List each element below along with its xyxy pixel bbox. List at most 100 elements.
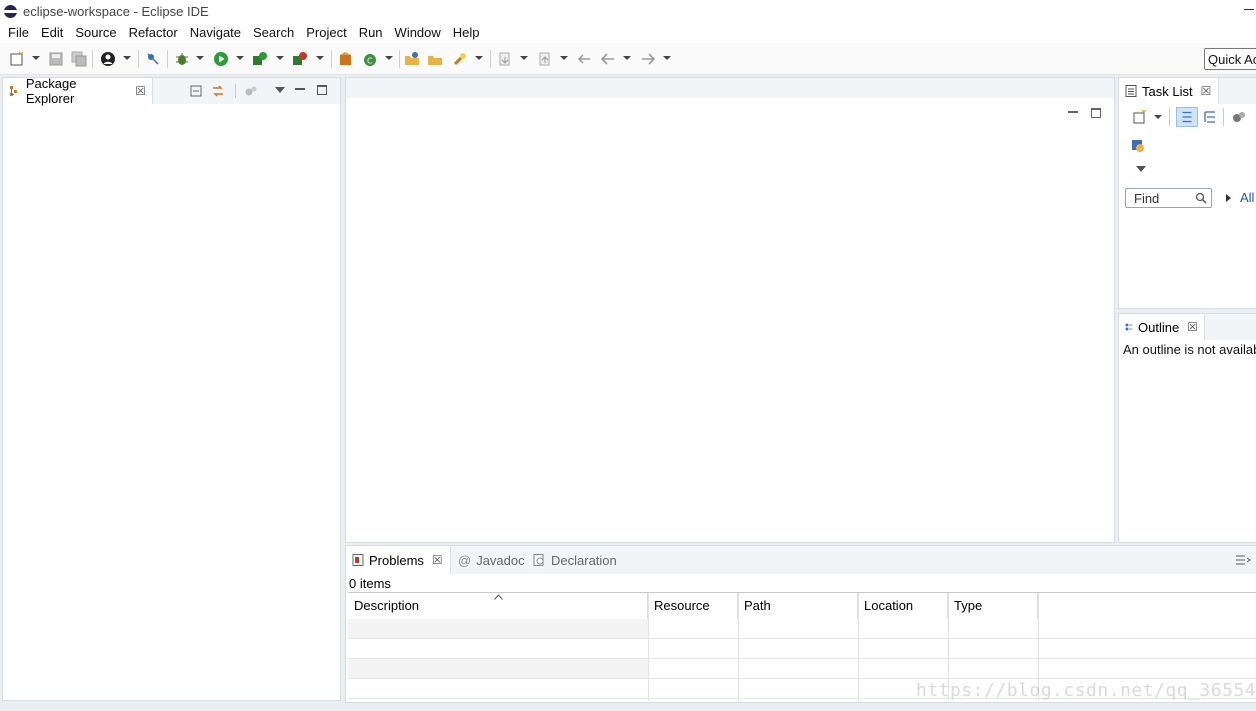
categorized-icon[interactable] [1176, 107, 1198, 127]
main-toolbar: C [0, 43, 1256, 75]
package-explorer-view: Package Explorer ☒ [2, 76, 341, 701]
debug-dropdown-icon[interactable] [196, 56, 204, 60]
forward-icon[interactable] [640, 51, 656, 67]
new-java-package-icon[interactable] [338, 51, 354, 67]
skip-breakpoints-icon[interactable] [145, 51, 161, 67]
link-with-editor-icon[interactable] [211, 85, 225, 97]
scheduled-icon[interactable] [1202, 109, 1218, 125]
search-icon[interactable] [1195, 192, 1207, 204]
close-task-list-icon[interactable]: ☒ [1201, 84, 1212, 98]
column-header-resource[interactable]: Resource [648, 593, 738, 619]
minimize-view-icon[interactable] [295, 88, 305, 90]
user-dropdown-icon[interactable] [123, 56, 131, 60]
view-menu-list-icon[interactable] [1235, 553, 1251, 567]
maximize-editor-icon[interactable] [1091, 108, 1101, 118]
focus-workweek-icon[interactable] [1231, 110, 1247, 124]
column-header-type[interactable]: Type [948, 593, 1038, 619]
tab-declaration[interactable]: Declaration [533, 546, 617, 574]
search-dropdown-icon[interactable] [475, 56, 483, 60]
previous-annotation-icon[interactable] [537, 51, 553, 67]
menu-project[interactable]: Project [302, 25, 350, 40]
toolbar-separator [331, 50, 332, 68]
close-problems-icon[interactable]: ☒ [432, 553, 443, 567]
open-task-icon[interactable] [427, 51, 443, 67]
menu-source[interactable]: Source [71, 25, 120, 40]
task-list-view: Task List ☒ Find All [1118, 77, 1256, 309]
task-view-menu-icon[interactable] [1136, 166, 1146, 172]
menu-navigate[interactable]: Navigate [186, 25, 245, 40]
previous-annotation-dropdown-icon[interactable] [560, 56, 568, 60]
task-list-icon [1125, 85, 1137, 97]
last-edit-location-icon[interactable] [576, 51, 592, 67]
tab-outline[interactable]: Outline ☒ [1119, 314, 1205, 340]
editor-area [345, 77, 1115, 543]
view-toolbar-separator [235, 84, 236, 98]
column-header-path[interactable]: Path [738, 593, 858, 619]
menu-file[interactable]: File [4, 25, 33, 40]
column-header-description[interactable]: Description [348, 593, 648, 619]
coverage-dropdown-icon[interactable] [276, 56, 284, 60]
task-find-placeholder: Find [1134, 191, 1160, 206]
menu-window[interactable]: Window [391, 25, 445, 40]
minimize-window-icon[interactable] [1244, 2, 1254, 14]
menu-run[interactable]: Run [355, 25, 387, 40]
toolbar-separator [138, 50, 139, 68]
column-divider [648, 593, 649, 701]
menu-refactor[interactable]: Refactor [125, 25, 182, 40]
view-menu-icon[interactable] [275, 87, 285, 93]
run-dropdown-icon[interactable] [236, 56, 244, 60]
back-dropdown-icon[interactable] [623, 56, 631, 60]
search-flashlight-icon[interactable] [452, 51, 468, 67]
debug-icon[interactable] [174, 51, 190, 67]
new-dropdown-icon[interactable] [32, 56, 40, 60]
workbench: Package Explorer ☒ Task List ☒ Find All … [0, 75, 1256, 711]
save-all-icon[interactable] [71, 51, 87, 67]
menu-help[interactable]: Help [449, 25, 484, 40]
new-class-dropdown-icon[interactable] [385, 56, 393, 60]
minimize-editor-icon[interactable] [1068, 111, 1078, 113]
task-find-input[interactable]: Find [1125, 188, 1212, 208]
next-annotation-icon[interactable] [497, 51, 513, 67]
close-package-explorer-icon[interactable]: ☒ [135, 84, 146, 98]
collapse-all-icon[interactable] [190, 85, 202, 97]
run-icon[interactable] [213, 51, 229, 67]
maximize-view-icon[interactable] [317, 85, 327, 95]
user-account-icon[interactable] [100, 51, 116, 67]
task-list-tab-row: Task List ☒ [1119, 78, 1256, 104]
activate-task-icon[interactable] [1130, 138, 1146, 154]
column-header-location[interactable]: Location [858, 593, 948, 619]
new-task-icon[interactable] [1133, 110, 1147, 124]
external-tools-icon[interactable] [292, 51, 308, 67]
open-type-icon[interactable] [404, 51, 420, 67]
package-explorer-icon [9, 86, 17, 96]
save-icon[interactable] [48, 51, 64, 67]
new-file-icon[interactable] [9, 51, 25, 67]
quick-access-input[interactable]: Quick Access [1204, 48, 1256, 70]
expand-all-arrow-icon[interactable] [1226, 194, 1231, 202]
external-tools-dropdown-icon[interactable] [316, 56, 324, 60]
outline-icon [1125, 323, 1133, 331]
coverage-icon[interactable] [252, 51, 268, 67]
next-annotation-dropdown-icon[interactable] [520, 56, 528, 60]
title-bar: eclipse-workspace - Eclipse IDE [0, 0, 1256, 22]
tab-package-explorer[interactable]: Package Explorer ☒ [3, 76, 153, 106]
task-all-link[interactable]: All [1240, 190, 1254, 205]
table-row [348, 659, 648, 678]
back-icon[interactable] [600, 51, 616, 67]
eclipse-logo-icon [4, 4, 17, 18]
menu-search[interactable]: Search [249, 25, 298, 40]
tab-problems[interactable]: Problems ☒ [346, 546, 451, 574]
menu-edit[interactable]: Edit [37, 25, 67, 40]
outline-empty-message: An outline is not available. [1123, 342, 1256, 357]
new-task-dropdown-icon[interactable] [1154, 115, 1162, 119]
task-list-label: Task List [1142, 83, 1193, 99]
focus-active-task-icon[interactable] [244, 85, 258, 97]
forward-dropdown-icon[interactable] [663, 56, 671, 60]
sort-ascending-icon [494, 594, 503, 600]
task-toolbar-separator [1169, 108, 1170, 126]
tab-task-list[interactable]: Task List ☒ [1119, 78, 1219, 104]
new-java-class-icon[interactable]: C [362, 51, 378, 67]
outline-label: Outline [1138, 319, 1180, 335]
close-outline-icon[interactable]: ☒ [1187, 320, 1198, 334]
tab-javadoc[interactable]: @ Javadoc [458, 546, 525, 574]
